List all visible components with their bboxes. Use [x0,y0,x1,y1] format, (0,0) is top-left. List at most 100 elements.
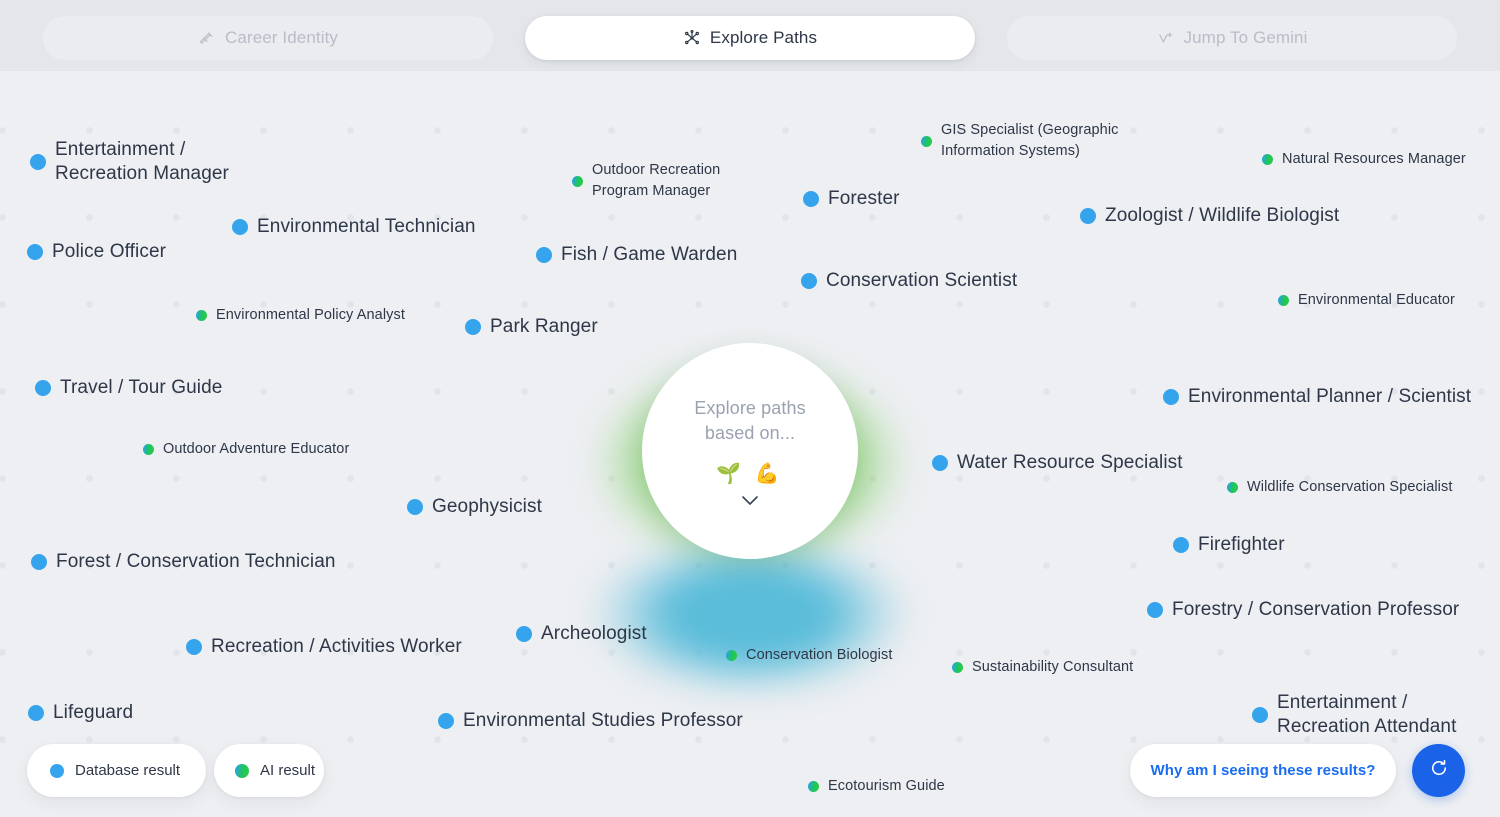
database-result-dot [31,554,47,570]
tab-career-identity[interactable]: Career Identity [43,16,493,60]
career-node[interactable]: Fish / Game Warden [536,243,737,267]
career-node[interactable]: Natural Resources Manager [1262,149,1466,170]
top-tab-bar: Career Identity Explore Paths Jump To Ge… [0,0,1500,71]
network-graph-icon [683,29,701,47]
ai-result-dot [1262,154,1273,165]
ai-result-dot [196,310,207,321]
chevron-down-icon[interactable] [741,495,759,506]
database-result-dot [801,273,817,289]
career-node[interactable]: Archeologist [516,622,647,646]
database-result-dot [438,713,454,729]
career-node-label: Water Resource Specialist [957,452,1183,473]
database-result-dot [30,154,46,170]
career-node-label: Forestry / Conservation Professor [1172,599,1460,620]
career-node[interactable]: Travel / Tour Guide [35,376,222,400]
career-node-label: Recreation / Activities Worker [211,636,462,657]
database-result-dot [186,639,202,655]
career-node-label: Forest / Conservation Technician [56,551,336,572]
career-node-label: Ecotourism Guide [828,778,945,794]
career-node[interactable]: Environmental Studies Professor [438,709,743,733]
career-node[interactable]: Environmental Technician [232,215,476,239]
career-node[interactable]: Entertainment / Recreation Attendant [1252,691,1456,739]
career-node-label: GIS Specialist (Geographic Information S… [941,122,1119,159]
career-node[interactable]: Environmental Educator [1278,290,1455,311]
career-node-label: Sustainability Consultant [972,659,1134,675]
career-node-label: Environmental Studies Professor [463,710,743,731]
career-node[interactable]: GIS Specialist (Geographic Information S… [921,120,1119,162]
database-result-dot [465,319,481,335]
tab-jump-to-gemini[interactable]: Jump To Gemini [1007,16,1457,60]
ai-result-dot [726,650,737,661]
career-node[interactable]: Environmental Policy Analyst [196,305,405,326]
career-node[interactable]: Forest / Conservation Technician [31,550,336,574]
career-node[interactable]: Conservation Biologist [726,645,892,666]
ai-result-dot [572,175,583,187]
database-result-dot [932,455,948,471]
tab-career-identity-label: Career Identity [225,28,338,47]
database-result-dot [1173,537,1189,553]
career-node[interactable]: Recreation / Activities Worker [186,635,462,659]
career-node[interactable]: Environmental Planner / Scientist [1163,385,1471,409]
career-node[interactable]: Sustainability Consultant [952,657,1133,678]
career-node-label: Outdoor Adventure Educator [163,441,350,457]
database-result-dot [50,763,64,778]
refresh-button[interactable] [1412,744,1465,797]
database-result-dot [536,247,552,263]
database-result-dot [803,191,819,207]
ai-result-dot [235,763,249,778]
legend-ai-result-label: AI result [260,762,316,779]
ai-result-dot [952,662,963,673]
ai-result-dot [808,781,819,792]
career-node[interactable]: Wildlife Conservation Specialist [1227,477,1452,498]
pencil-sparkle-icon [198,29,216,47]
career-node[interactable]: Entertainment / Recreation Manager [30,138,229,186]
ai-result-dot [921,135,932,147]
legend-database-result-label: Database result [75,762,181,779]
explore-paths-bubble[interactable]: Explore paths based on... 🌱 💪 [642,343,858,559]
database-result-dot [28,705,44,721]
database-result-dot [1252,707,1268,723]
database-result-dot [1147,602,1163,618]
career-node[interactable]: Lifeguard [28,701,133,725]
career-node[interactable]: Ecotourism Guide [808,776,945,797]
database-result-dot [1080,208,1096,224]
career-node[interactable]: Forestry / Conservation Professor [1147,598,1459,622]
career-node[interactable]: Geophysicist [407,495,542,519]
database-result-dot [35,380,51,396]
tab-explore-paths[interactable]: Explore Paths [525,16,975,60]
career-node[interactable]: Forester [803,187,900,211]
explore-paths-bubble-title: Explore paths based on... [694,398,806,443]
career-node-label: Environmental Planner / Scientist [1188,386,1472,407]
career-node[interactable]: Outdoor Recreation Program Manager [572,160,720,202]
tab-explore-paths-label: Explore Paths [709,28,818,47]
career-node-label: Environmental Technician [257,216,476,237]
explore-paths-screen: Career Identity Explore Paths Jump To Ge… [0,0,1500,817]
career-node[interactable]: Zoologist / Wildlife Biologist [1080,204,1339,228]
career-node-label: Geophysicist [432,496,542,517]
career-node[interactable]: Outdoor Adventure Educator [143,439,349,460]
legend-database-result: Database result [27,744,206,797]
career-node-label: Fish / Game Warden [561,244,738,265]
career-node-label: Wildlife Conservation Specialist [1247,479,1453,495]
refresh-icon [1429,758,1449,783]
database-result-dot [27,244,43,260]
career-node[interactable]: Police Officer [27,240,166,264]
why-seeing-results-label: Why am I seeing these results? [1150,762,1376,779]
career-node[interactable]: Water Resource Specialist [932,451,1183,475]
database-result-dot [407,499,423,515]
career-node-label: Firefighter [1198,534,1285,555]
career-node-label: Forester [828,188,900,209]
database-result-dot [232,219,248,235]
ai-result-dot [1227,482,1238,493]
career-node[interactable]: Park Ranger [465,315,598,339]
career-node-label: Lifeguard [53,702,134,723]
database-result-dot [1163,389,1179,405]
career-node-label: Archeologist [541,623,647,644]
career-node-label: Entertainment / Recreation Manager [55,139,229,184]
career-node[interactable]: Firefighter [1173,533,1285,557]
career-node[interactable]: Conservation Scientist [801,269,1017,293]
why-seeing-results-button[interactable]: Why am I seeing these results? [1130,744,1396,797]
career-node-label: Environmental Educator [1298,292,1455,308]
career-node-label: Travel / Tour Guide [60,377,223,398]
sparkle-icon [1157,29,1175,47]
